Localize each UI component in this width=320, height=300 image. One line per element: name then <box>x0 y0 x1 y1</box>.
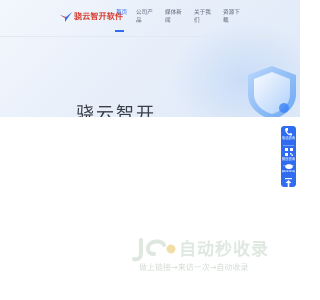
arrow-up-icon <box>285 178 292 187</box>
watermark-title: 自动秒收录 <box>179 240 269 260</box>
jz-logo-icon <box>132 238 176 262</box>
nav-item-about[interactable]: 关于我们 <box>194 10 212 25</box>
hero-banner: 骁云智开软件 首页 公司产品 媒体新闻 关于我们 资源下载 骁云智开 <box>0 0 300 117</box>
bird-logo-icon <box>60 12 72 22</box>
top-navigation-bar: 骁云智开软件 首页 公司产品 媒体新闻 关于我们 资源下载 <box>0 0 300 37</box>
logo[interactable]: 骁云智开软件 <box>60 10 123 24</box>
phone-consult-button[interactable]: 电话咨询 <box>281 126 296 145</box>
hero-title: 骁云智开 <box>76 104 156 117</box>
nav-active-indicator <box>115 30 124 32</box>
nav-item-products[interactable]: 公司产品 <box>136 10 154 25</box>
phone-consult-label: 电话咨询 <box>281 136 296 140</box>
wechat-qrcode-label: 微信咨询 <box>281 157 296 161</box>
phone-icon <box>285 128 292 136</box>
watermark: 自动秒收录 做上链接→来访一次→自动收录 <box>132 237 282 277</box>
qrcode-icon <box>284 148 293 156</box>
watermark-subtitle: 做上链接→来访一次→自动收录 <box>139 263 249 272</box>
back-to-top-button[interactable] <box>281 172 296 187</box>
shield-icon <box>248 66 296 117</box>
nav-item-downloads[interactable]: 资源下载 <box>223 10 241 25</box>
nav-item-home[interactable]: 首页 <box>116 10 134 18</box>
nav-item-news[interactable]: 媒体新闻 <box>165 10 183 25</box>
